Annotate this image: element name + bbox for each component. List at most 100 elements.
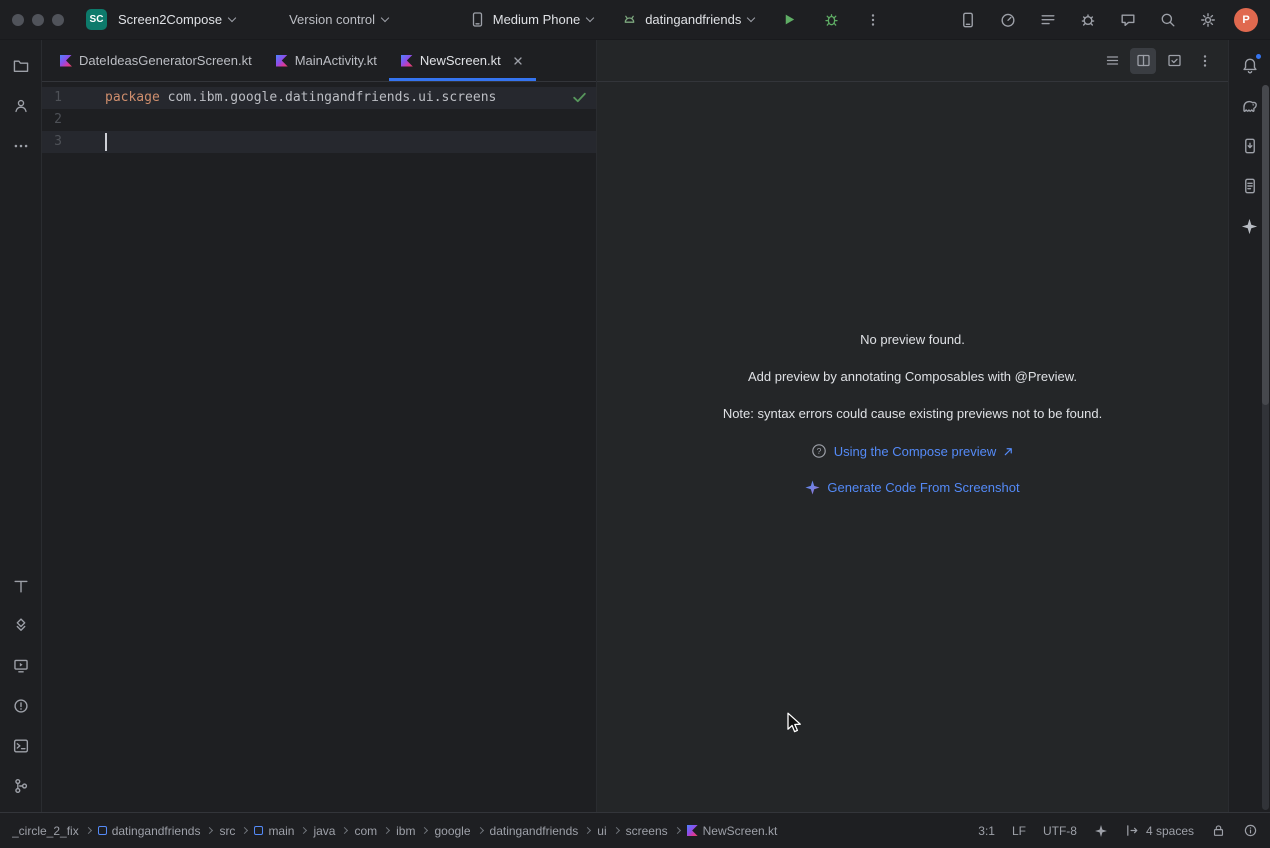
generate-code-link[interactable]: Generate Code From Screenshot <box>805 480 1019 495</box>
close-tab-icon[interactable] <box>512 55 524 67</box>
device-explorer-button[interactable] <box>1234 130 1266 162</box>
chevron-right-icon <box>383 827 390 834</box>
main-area: DateIdeasGeneratorScreen.kt MainActivity… <box>0 40 1270 812</box>
search-everywhere-button[interactable] <box>1154 6 1182 34</box>
breadcrumb-label: datingandfriends <box>112 824 201 838</box>
phone-icon <box>469 11 486 28</box>
preview-more-button[interactable] <box>1192 48 1218 74</box>
breadcrumb-item-file[interactable]: NewScreen.kt <box>687 824 778 838</box>
logcat-button[interactable] <box>1034 6 1062 34</box>
tab-label: NewScreen.kt <box>420 53 501 68</box>
minimize-window-button[interactable] <box>32 14 44 26</box>
info-widget[interactable] <box>1243 823 1258 838</box>
breadcrumb-label: google <box>434 824 470 838</box>
zoom-window-button[interactable] <box>52 14 64 26</box>
indent-widget[interactable]: 4 spaces <box>1125 823 1194 838</box>
ai-assistant-button[interactable] <box>1114 6 1142 34</box>
insights-bug-icon <box>1079 11 1097 29</box>
generate-link-label: Generate Code From Screenshot <box>827 480 1019 495</box>
tab-dateideasgeneratorscreen[interactable]: DateIdeasGeneratorScreen.kt <box>48 40 264 81</box>
resource-manager-button[interactable] <box>5 610 37 642</box>
user-avatar[interactable]: P <box>1234 8 1258 32</box>
project-tool-button[interactable] <box>5 50 37 82</box>
chevron-right-icon <box>206 827 213 834</box>
gear-icon <box>1199 11 1217 29</box>
running-devices-button[interactable] <box>5 650 37 682</box>
indent-label: 4 spaces <box>1146 824 1194 838</box>
breadcrumb-item[interactable]: datingandfriends <box>98 824 201 838</box>
notification-dot <box>1256 54 1261 59</box>
window-controls <box>12 14 64 26</box>
breadcrumb-label: NewScreen.kt <box>703 824 778 838</box>
debug-button[interactable] <box>817 6 845 34</box>
breadcrumb-item[interactable]: main <box>254 824 294 838</box>
breadcrumb-item[interactable]: src <box>219 824 235 838</box>
editor-tabs: DateIdeasGeneratorScreen.kt MainActivity… <box>42 40 596 82</box>
inspections-widget[interactable] <box>572 90 587 112</box>
more-run-actions-button[interactable] <box>859 6 887 34</box>
commit-tool-button[interactable] <box>5 90 37 122</box>
more-tools-button[interactable] <box>5 130 37 162</box>
breadcrumb-item[interactable]: com <box>354 824 377 838</box>
line-separator-widget[interactable]: LF <box>1012 824 1026 838</box>
kotlin-file-icon <box>401 55 413 67</box>
problems-tool-button[interactable] <box>5 690 37 722</box>
version-control-tool-button[interactable] <box>5 770 37 802</box>
breadcrumb-item[interactable]: _circle_2_fix <box>12 824 79 838</box>
write-access-widget[interactable] <box>1211 823 1226 838</box>
docs-link-label: Using the Compose preview <box>834 444 997 459</box>
project-switcher[interactable]: Screen2Compose <box>111 5 242 35</box>
close-window-button[interactable] <box>12 14 24 26</box>
breadcrumb-item[interactable]: datingandfriends <box>490 824 579 838</box>
breadcrumb-item[interactable]: ui <box>597 824 606 838</box>
settings-button[interactable] <box>1194 6 1222 34</box>
app-quality-insights-button[interactable] <box>1074 6 1102 34</box>
ui-check-button[interactable] <box>1161 48 1187 74</box>
inspection-ok-icon <box>572 91 587 104</box>
external-link-icon <box>1003 446 1014 457</box>
caret-position-widget[interactable]: 3:1 <box>978 824 995 838</box>
encoding-widget[interactable]: UTF-8 <box>1043 824 1077 838</box>
breadcrumb-item[interactable]: screens <box>626 824 668 838</box>
terminal-tool-button[interactable] <box>5 730 37 762</box>
ai-status-widget[interactable] <box>1094 824 1108 838</box>
version-control-menu[interactable]: Version control <box>282 5 395 35</box>
code-line: 2 <box>42 109 596 131</box>
breadcrumb-item[interactable]: java <box>313 824 335 838</box>
run-button[interactable] <box>775 6 803 34</box>
device-files-icon <box>1241 177 1259 195</box>
profiler-button[interactable] <box>994 6 1022 34</box>
module-icon <box>254 826 263 835</box>
plain-token: com.ibm.google.datingandfriends.ui.scree… <box>160 90 497 105</box>
breadcrumb-item[interactable]: google <box>434 824 470 838</box>
run-icon <box>782 12 797 27</box>
breadcrumb-item[interactable]: ibm <box>396 824 415 838</box>
svg-text:?: ? <box>816 446 821 456</box>
list-view-button[interactable] <box>1099 48 1125 74</box>
version-control-label: Version control <box>289 12 375 27</box>
tab-mainactivity[interactable]: MainActivity.kt <box>264 40 389 81</box>
tab-newscreen[interactable]: NewScreen.kt <box>389 40 536 81</box>
line-number[interactable]: 3 <box>42 131 62 153</box>
run-config-selector[interactable]: datingandfriends <box>614 5 761 35</box>
gradle-tool-button[interactable] <box>1234 90 1266 122</box>
scrollbar-thumb[interactable] <box>1262 85 1269 405</box>
device-file-manager-button[interactable] <box>1234 170 1266 202</box>
code-editor[interactable]: 1 package com.ibm.google.datingandfriend… <box>42 82 596 812</box>
gemini-tool-button[interactable] <box>1234 210 1266 242</box>
preview-content: No preview found. Add preview by annotat… <box>597 82 1228 812</box>
split-view-button[interactable] <box>1130 48 1156 74</box>
device-manager-button[interactable] <box>954 6 982 34</box>
compose-preview-docs-link[interactable]: ? Using the Compose preview <box>811 443 1015 459</box>
chevron-right-icon <box>613 827 620 834</box>
kebab-icon <box>865 12 881 28</box>
window-scrollbar[interactable] <box>1262 85 1269 810</box>
chevron-down-icon <box>381 13 389 21</box>
line-number[interactable]: 1 <box>42 87 62 109</box>
line-number[interactable]: 2 <box>42 109 62 131</box>
run-config-label: datingandfriends <box>645 12 741 27</box>
device-selector[interactable]: Medium Phone <box>462 5 600 35</box>
android-app-icon <box>621 11 638 28</box>
notifications-button[interactable] <box>1234 50 1266 82</box>
layout-tool-button[interactable] <box>5 570 37 602</box>
